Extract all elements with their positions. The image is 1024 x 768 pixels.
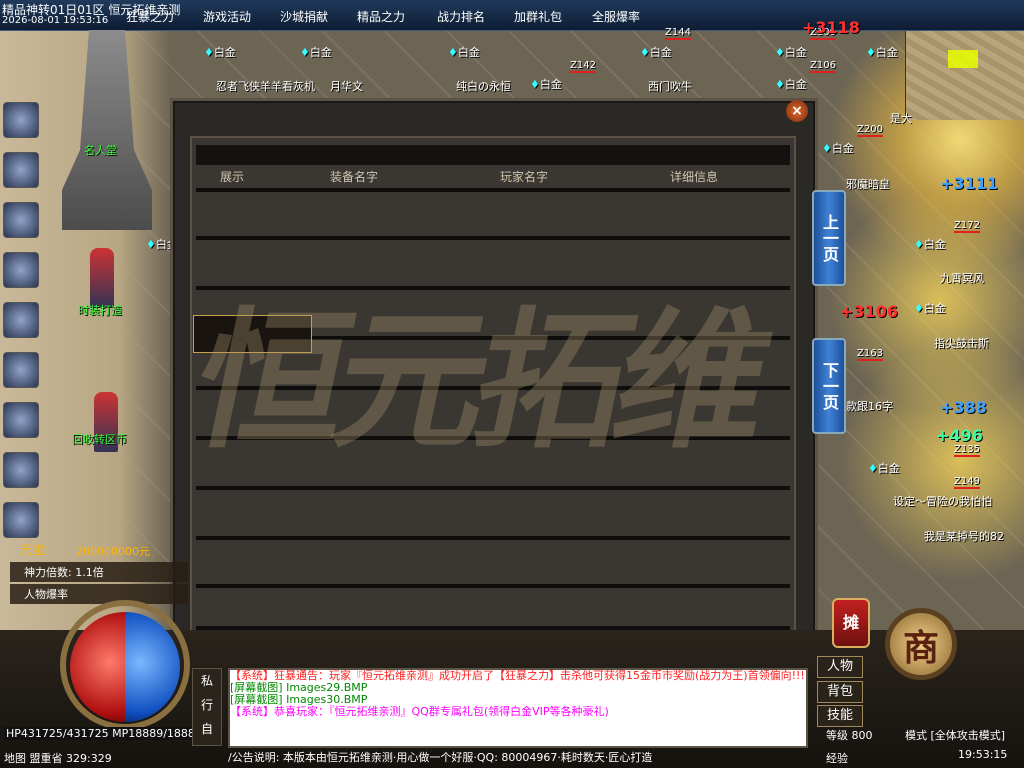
level-tag: Z144: [665, 27, 691, 40]
dialog-watermark: 恒元拓维: [180, 293, 778, 469]
level-readout: 等级 800: [826, 729, 873, 742]
guild-tag: ♦白金: [914, 238, 946, 251]
npc-forge[interactable]: [90, 248, 114, 308]
shop-button[interactable]: 商: [885, 608, 957, 680]
notice-bar: /公告说明: 本版本由恒元拓维亲测·用心做一个好服·QQ: 80004967·耗…: [228, 751, 653, 764]
chat-tab-self[interactable]: 自: [193, 717, 221, 741]
menu-rage-power[interactable]: 狂暴之力: [126, 8, 174, 25]
table-row[interactable]: [196, 188, 790, 236]
damage-number: +388: [940, 398, 987, 417]
guild-tag: ♦白金: [300, 46, 332, 59]
menu-elite-power[interactable]: 精品之力: [357, 8, 405, 25]
guild-tag: ♦白金: [866, 46, 898, 59]
level-tag: Z172: [954, 220, 980, 233]
skull-icon[interactable]: [3, 202, 39, 238]
table-row[interactable]: [196, 584, 790, 632]
player-name[interactable]: 邪魔暗皇: [846, 176, 890, 192]
stat-drop-rate: 人物爆率: [10, 584, 188, 604]
column-header-details: 详细信息: [670, 170, 719, 184]
player-name[interactable]: 指尖鼓击斯: [934, 335, 989, 351]
table-row[interactable]: [196, 486, 790, 534]
statue-label: 名人堂: [84, 144, 117, 157]
attack-mode[interactable]: 模式 [全体攻击模式]: [905, 727, 1005, 743]
chat-channel-tabs: 私 行 自: [192, 668, 222, 746]
close-button[interactable]: ×: [786, 100, 808, 122]
player-name[interactable]: 西门吹牛: [648, 78, 692, 94]
chat-line: 【系统】恭喜玩家：『恒元拓维亲测』QQ群专属礼包(领得白金VIP等各种豪礼): [230, 705, 609, 718]
chat-log[interactable]: 【系统】狂暴通告：玩家『恒元拓维亲测』成功开启了【狂暴之力】击杀他可获得15金币…: [228, 668, 808, 748]
gold-label: 元宝:: [20, 543, 49, 557]
menu-activities[interactable]: 游戏活动: [203, 8, 251, 25]
player-name[interactable]: 我是某掉号的82: [924, 528, 1004, 544]
level-tag: Z135: [954, 444, 980, 457]
hp-mp-readout: HP431725/431725 MP18889/18889: [4, 727, 204, 740]
gear-icon[interactable]: [3, 402, 39, 438]
stat-power-multiplier: 神力倍数: 1.1倍: [10, 562, 188, 582]
player-name[interactable]: 忍者飞侠羊羊看灰机: [216, 78, 315, 94]
skill-slot-1-icon[interactable]: [3, 102, 39, 138]
next-page-button[interactable]: 下一页: [812, 338, 846, 434]
stall-button[interactable]: 摊: [832, 598, 870, 648]
guild-tag: ♦白金: [775, 78, 807, 91]
guild-tag: ♦白金: [775, 46, 807, 59]
bag-button[interactable]: 背包: [817, 681, 863, 703]
skills-button[interactable]: 技能: [817, 705, 863, 727]
chat-tab-team[interactable]: 行: [193, 693, 221, 717]
damage-number: +496: [936, 426, 983, 445]
gold-value: 200000000元: [76, 545, 150, 558]
column-header-player: 玩家名字: [500, 170, 549, 184]
level-tag: Z200: [857, 124, 883, 137]
character-button[interactable]: 人物: [817, 656, 863, 678]
sword-icon[interactable]: [3, 252, 39, 288]
guild-tag: ♦白金: [868, 462, 900, 475]
player-name[interactable]: 是大: [890, 110, 912, 126]
minimap-player-marker: [948, 50, 978, 68]
gem-icon[interactable]: [3, 502, 39, 538]
guild-tag: ♦白金: [530, 78, 562, 91]
column-header-display: 展示: [220, 170, 245, 184]
ring-icon[interactable]: [3, 352, 39, 388]
orb-icon[interactable]: [3, 452, 39, 488]
damage-number: +3118: [802, 18, 860, 37]
menu-donate[interactable]: 沙城捐献: [280, 8, 328, 25]
level-tag: Z142: [570, 60, 596, 73]
menu-drop-rate[interactable]: 全服爆率: [592, 8, 640, 25]
guild-tag: ♦白金: [914, 302, 946, 315]
player-name[interactable]: 纯白の永恒: [456, 78, 511, 94]
menu-group-gift[interactable]: 加群礼包: [514, 8, 562, 25]
server-date: 2026-08-01 19:53:16: [2, 15, 109, 26]
guild-tag: ♦白金: [640, 46, 672, 59]
guild-tag: ♦白金: [448, 46, 480, 59]
chat-tab-private[interactable]: 私: [193, 669, 221, 693]
exp-readout: 经验: [826, 752, 848, 765]
player-name[interactable]: 款跟16字: [846, 398, 893, 414]
player-name[interactable]: 月华文: [330, 78, 363, 94]
menu-ranking[interactable]: 战力排名: [437, 8, 485, 25]
potion-icon[interactable]: [3, 302, 39, 338]
clock: 19:53:15: [958, 748, 1008, 761]
skill-slot-2-icon[interactable]: [3, 152, 39, 188]
column-header-equipment: 装备名字: [330, 170, 379, 184]
map-location: 地图 盟重省 329:329: [4, 752, 112, 765]
prev-page-button[interactable]: 上一页: [812, 190, 846, 286]
guild-tag: ♦白金: [204, 46, 236, 59]
damage-number: +3106: [840, 302, 898, 321]
player-name[interactable]: 九霄冥风: [940, 270, 984, 286]
level-tag: Z149: [954, 476, 980, 489]
table-header-bar: [196, 145, 790, 165]
npc-return-label: 回收转区币: [72, 433, 127, 446]
level-tag: Z163: [857, 348, 883, 361]
player-name[interactable]: 设定～冒险の我怕怕: [893, 493, 992, 509]
table-row[interactable]: [196, 536, 790, 584]
level-tag: Z106: [810, 60, 836, 73]
guild-tag: ♦白金: [822, 142, 854, 155]
npc-forge-label: 时装打造: [78, 304, 122, 317]
damage-number: +3111: [940, 174, 998, 193]
